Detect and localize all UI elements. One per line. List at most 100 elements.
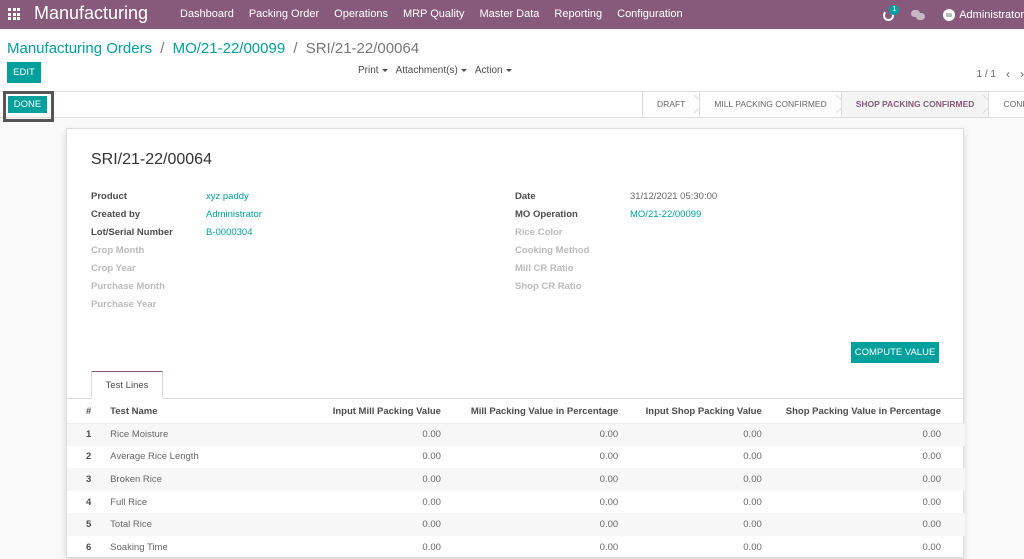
activity-clock-icon[interactable]: 1 xyxy=(883,4,900,22)
menu-item-dashboard[interactable]: Dashboard xyxy=(180,8,234,20)
control-panel: Manufacturing Orders / MO/21-22/00099 / … xyxy=(0,29,1024,92)
field-label: Cooking Method xyxy=(515,245,590,256)
input-mill-packing-value-cell: 0.00 xyxy=(422,519,441,531)
action-menus: Print Attachment(s) Action xyxy=(358,65,512,76)
row-number-cell: 2 xyxy=(85,451,92,463)
pager-previous-icon[interactable]: ‹ xyxy=(1006,67,1010,81)
tab-bar-line xyxy=(67,398,965,399)
field-label: Date xyxy=(515,191,536,202)
field-label: MO Operation xyxy=(515,209,578,220)
breadcrumb-manufacturing-orders[interactable]: Manufacturing Orders xyxy=(7,40,152,57)
shop-packing-percentage-cell: 0.00 xyxy=(922,451,942,463)
attachments-dropdown[interactable]: Attachment(s) xyxy=(396,65,467,76)
column-header-test-name[interactable]: Test Name xyxy=(110,401,261,424)
stage-shop-packing-confirmed[interactable]: SHOP PACKING CONFIRMED xyxy=(840,92,995,117)
main-menu: Dashboard Packing Order Operations MRP Q… xyxy=(180,8,698,20)
pager: 1 / 1 ‹ › xyxy=(977,67,1024,81)
row-number-cell: 1 xyxy=(85,429,92,441)
done-button[interactable]: DONE xyxy=(8,96,47,113)
row-number-cell: 3 xyxy=(85,473,92,485)
caret-down-icon xyxy=(381,68,388,72)
field-cooking-method: Cooking Method xyxy=(515,245,589,256)
created-by-link[interactable]: Administrator xyxy=(206,209,262,220)
menu-item-configuration[interactable]: Configuration xyxy=(617,8,682,20)
input-shop-packing-value-cell: 0.00 xyxy=(743,519,762,531)
field-label: Lot/Serial Number xyxy=(91,227,173,238)
input-shop-packing-value-cell: 0.00 xyxy=(743,473,762,485)
compute-value-button[interactable]: COMPUTE VALUE xyxy=(851,342,939,363)
breadcrumb-separator: / xyxy=(160,40,165,57)
column-header-input-mill-packing-value[interactable]: Input Mill Packing Value xyxy=(260,401,465,424)
shop-packing-percentage-cell: 0.00 xyxy=(922,429,942,441)
table-header-row: # Test Name Input Mill Packing Value Mil… xyxy=(67,401,965,424)
pager-value[interactable]: 1 / 1 xyxy=(977,69,996,80)
mill-packing-percentage-cell: 0.00 xyxy=(599,429,619,441)
table-row[interactable]: 6 Soaking Time 0.00 0.00 0.00 0.00 xyxy=(67,536,965,559)
edit-button[interactable]: EDIT xyxy=(7,62,41,83)
mo-operation-link[interactable]: MO/21-22/00099 xyxy=(630,209,701,220)
test-name-cell: Full Rice xyxy=(110,496,148,508)
mill-packing-percentage-cell: 0.00 xyxy=(599,496,619,508)
action-dropdown[interactable]: Action xyxy=(475,65,512,76)
test-name-cell: Soaking Time xyxy=(110,541,168,553)
apps-grid-icon[interactable] xyxy=(8,8,20,20)
field-label: Product xyxy=(91,191,127,202)
form-sheet: SRI/21-22/00064 Product xyz paddy Created… xyxy=(66,128,965,559)
field-mo-operation: MO Operation MO/21-22/00099 xyxy=(515,209,701,220)
stage-pipeline: DRAFT MILL PACKING CONFIRMED SHOP PACKIN… xyxy=(642,92,1024,117)
table-row[interactable]: 3 Broken Rice 0.00 0.00 0.00 0.00 xyxy=(67,468,965,491)
row-number-cell: 6 xyxy=(85,541,92,553)
test-name-cell: Average Rice Length xyxy=(110,451,199,463)
pager-next-icon[interactable]: › xyxy=(1020,67,1024,81)
breadcrumb-current: SRI/21-22/00064 xyxy=(305,40,420,57)
mill-packing-percentage-cell: 0.00 xyxy=(599,473,619,485)
input-mill-packing-value-cell: 0.00 xyxy=(422,451,441,463)
mill-packing-percentage-cell: 0.00 xyxy=(599,519,619,531)
breadcrumb-mo[interactable]: MO/21-22/00099 xyxy=(173,40,286,57)
menu-item-reporting[interactable]: Reporting xyxy=(554,8,602,20)
print-dropdown[interactable]: Print xyxy=(358,65,388,76)
messaging-icon[interactable] xyxy=(911,9,926,20)
column-header-shop-packing-percentage[interactable]: Shop Packing Value in Percentage xyxy=(785,401,965,424)
product-link[interactable]: xyz paddy xyxy=(206,191,249,202)
field-product: Product xyz paddy xyxy=(91,191,249,202)
menu-item-mrp-quality[interactable]: MRP Quality xyxy=(403,8,465,20)
test-name-cell: Rice Moisture xyxy=(110,429,169,441)
field-crop-year: Crop Year xyxy=(91,263,136,274)
shop-packing-percentage-cell: 0.00 xyxy=(922,519,942,531)
app-brand: Manufacturing xyxy=(34,3,149,23)
stage-confirmed[interactable]: CONFIRMED xyxy=(988,92,1024,117)
menu-item-operations[interactable]: Operations xyxy=(334,8,388,20)
mill-packing-percentage-cell: 0.00 xyxy=(599,541,619,553)
menu-item-packing-order[interactable]: Packing Order xyxy=(249,8,319,20)
table-row[interactable]: 1 Rice Moisture 0.00 0.00 0.00 0.00 xyxy=(67,423,965,446)
field-label: Crop Year xyxy=(91,263,136,274)
table-row[interactable]: 2 Average Rice Length 0.00 0.00 0.00 0.00 xyxy=(67,446,965,469)
input-shop-packing-value-cell: 0.00 xyxy=(743,541,762,553)
row-number-cell: 5 xyxy=(85,519,92,531)
caret-down-icon xyxy=(460,68,467,72)
field-purchase-month: Purchase Month xyxy=(91,281,165,292)
test-lines-table: # Test Name Input Mill Packing Value Mil… xyxy=(67,401,965,559)
stage-mill-packing-confirmed[interactable]: MILL PACKING CONFIRMED xyxy=(699,92,847,117)
print-label: Print xyxy=(358,65,379,76)
column-header-number[interactable]: # xyxy=(67,401,111,424)
user-avatar[interactable] xyxy=(943,8,956,21)
column-header-mill-packing-percentage[interactable]: Mill Packing Value in Percentage xyxy=(464,401,643,424)
shop-packing-percentage-cell: 0.00 xyxy=(922,496,942,508)
stage-draft[interactable]: DRAFT xyxy=(642,92,706,117)
table-row[interactable]: 5 Total Rice 0.00 0.00 0.00 0.00 xyxy=(67,513,965,536)
menu-item-master-data[interactable]: Master Data xyxy=(480,8,540,20)
field-label: Rice Color xyxy=(515,227,563,238)
input-shop-packing-value-cell: 0.00 xyxy=(743,496,762,508)
attachments-label: Attachment(s) xyxy=(395,65,458,76)
table-row[interactable]: 4 Full Rice 0.00 0.00 0.00 0.00 xyxy=(67,491,965,514)
caret-down-icon xyxy=(505,68,512,72)
lot-serial-link[interactable]: B-0000304 xyxy=(206,227,252,238)
column-header-input-shop-packing-value[interactable]: Input Shop Packing Value xyxy=(642,401,786,424)
user-menu[interactable]: Administrator xyxy=(959,9,1024,21)
navbar-systray: 1 Administrator xyxy=(883,0,1024,29)
row-number-cell: 4 xyxy=(85,496,92,508)
tab-test-lines[interactable]: Test Lines xyxy=(91,371,163,399)
test-name-cell: Broken Rice xyxy=(110,473,162,485)
